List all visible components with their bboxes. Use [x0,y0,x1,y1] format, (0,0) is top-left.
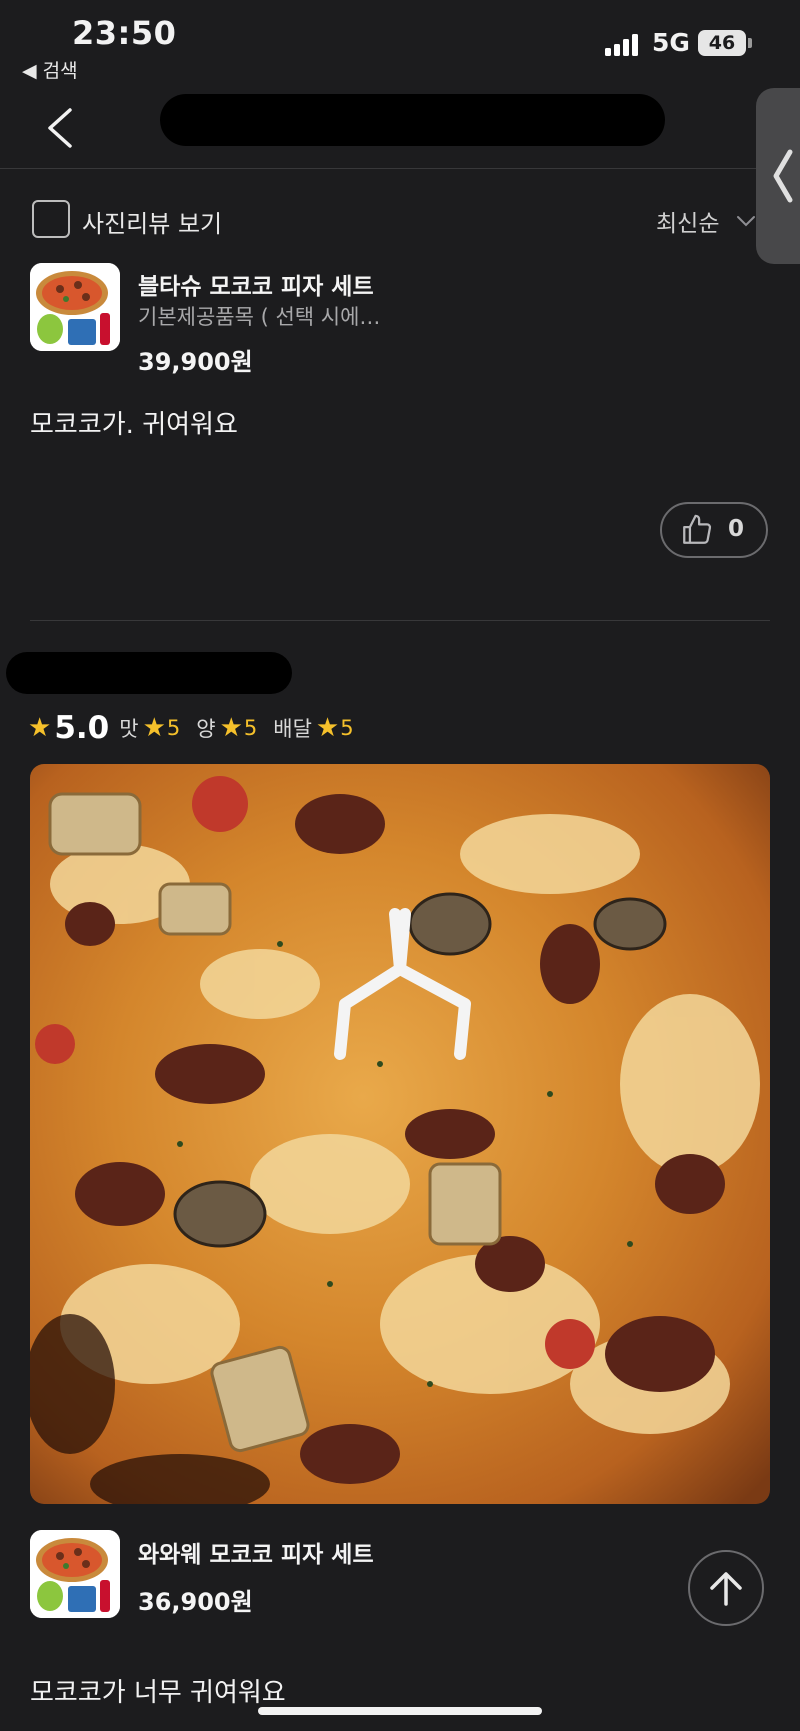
delivery-rating: 5 [340,716,354,740]
star-icon: ★ [28,713,52,743]
back-to-search-link[interactable]: ◀ 검색 [22,56,78,83]
taste-rating: 5 [166,716,181,740]
pizza-set-image [30,1530,120,1618]
photo-review-label[interactable]: 사진리뷰 보기 [82,204,222,239]
star-icon: ★ [315,713,340,743]
like-button[interactable] [660,502,768,558]
pizza-photo [30,764,770,1504]
delivery-label: 배달 [273,717,312,741]
arrow-up-icon [710,1572,742,1606]
chevron-down-icon[interactable] [736,214,756,228]
network-type: 5G [652,28,690,57]
chevron-left-icon [773,149,793,203]
product-price: 36,900원 [138,1588,253,1616]
thumbs-up-icon [683,514,712,544]
review-photo[interactable] [30,764,770,1504]
battery-tip [748,38,752,48]
redacted-reviewer-name [6,652,292,694]
product-price: 39,900원 [138,348,253,376]
home-indicator[interactable] [258,1707,542,1715]
battery-level: 46 [708,32,736,54]
signal-icon [605,34,638,56]
header-divider [0,168,800,169]
photo-review-checkbox[interactable] [32,200,70,238]
status-time: 23:50 [72,14,177,52]
redacted-store-name [160,94,665,146]
chevron-left-icon[interactable] [40,104,80,152]
review-text: 모코코가. 귀여워요 [30,410,238,440]
star-icon: ★ [219,713,243,743]
product-name[interactable]: 와와웨 모코코 피자 세트 [138,1535,374,1569]
product-option: 기본제공품목 ( 선택 시에… [138,305,381,329]
scroll-to-top-button[interactable] [688,1550,764,1626]
rating-row: ★ 5.0 맛 ★ 5 양 ★ 5 배달 ★ 5 [28,710,370,746]
like-count: 0 [728,516,745,542]
taste-label: 맛 [119,717,139,741]
product-thumbnail[interactable] [30,263,120,351]
side-panel-handle[interactable] [756,88,800,264]
product-thumbnail[interactable] [30,1530,120,1618]
sort-dropdown[interactable]: 최신순 [656,204,719,238]
pizza-set-image [30,263,120,351]
amount-rating: 5 [243,716,258,740]
star-icon: ★ [142,713,166,743]
review-divider [30,620,770,621]
review-text: 모코코가 너무 귀여워요 [30,1678,286,1708]
product-name[interactable]: 블타슈 모코코 피자 세트 [138,267,374,301]
overall-rating: 5.0 [54,710,110,746]
battery-icon: 46 [698,30,746,56]
amount-label: 양 [196,717,216,741]
